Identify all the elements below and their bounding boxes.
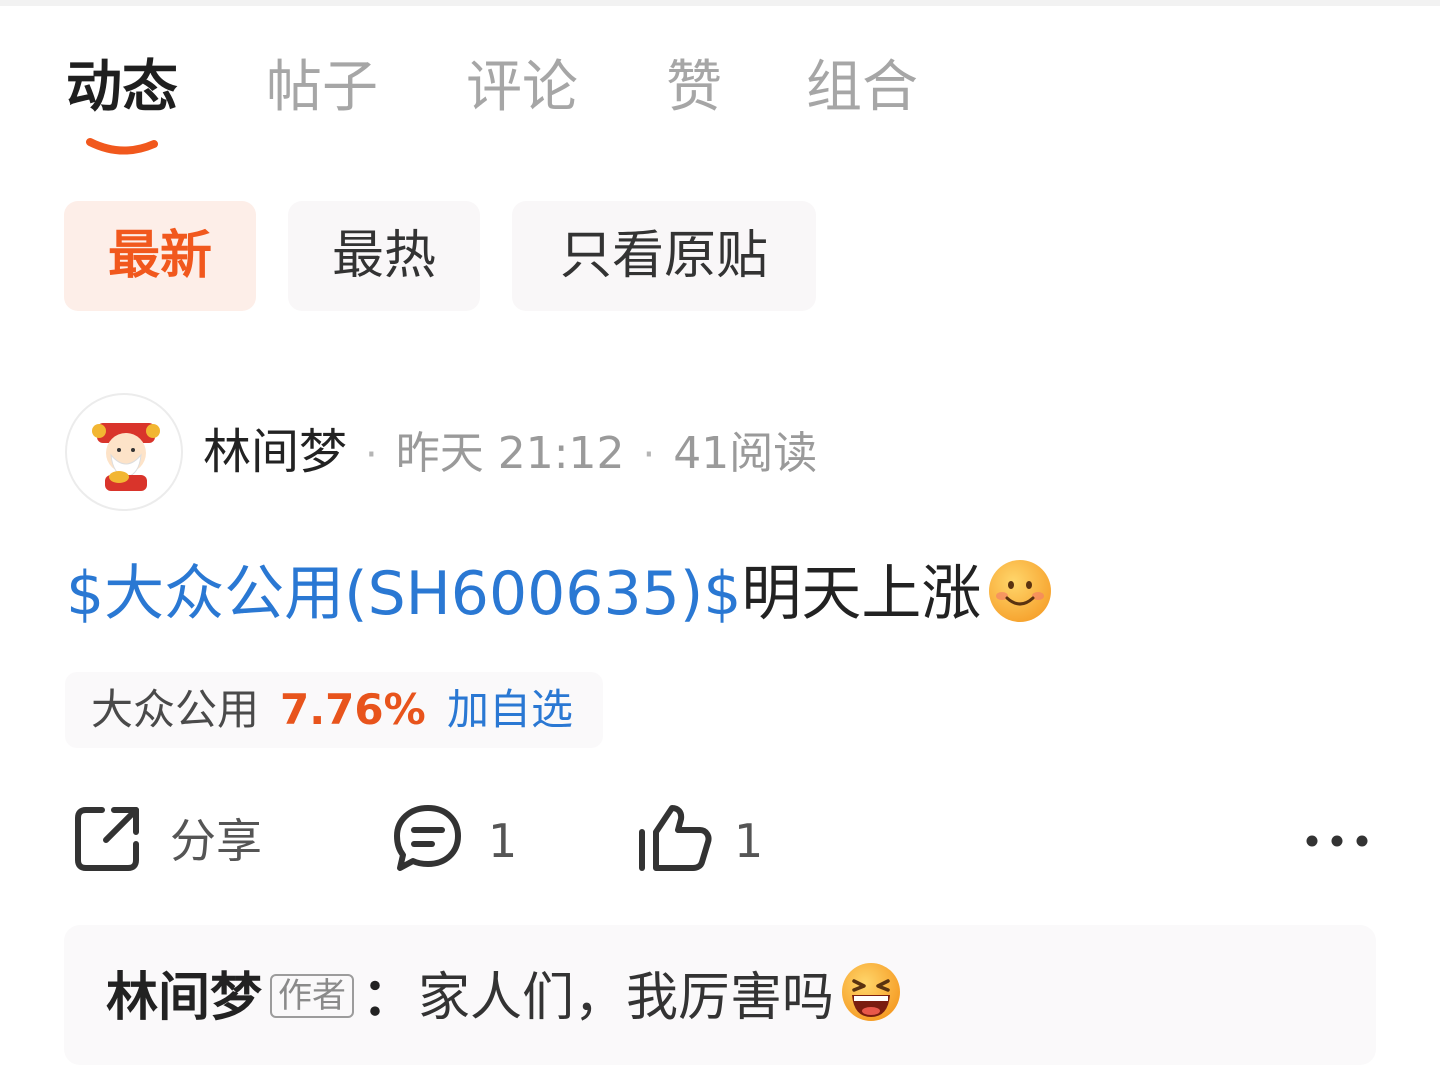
add-watchlist-button[interactable]: 加自选	[447, 672, 573, 748]
tab-activity[interactable]: 动态	[66, 50, 178, 126]
comment-line: 林间梦 作者 ：家人们，我厉害吗	[106, 961, 902, 1031]
stock-name: 大众公用	[91, 685, 260, 734]
comment-author[interactable]: 林间梦	[106, 968, 262, 1028]
like-count: 1	[734, 814, 764, 868]
stock-link[interactable]: $大众公用(SH600635)$	[66, 559, 741, 629]
top-divider	[0, 0, 1440, 6]
tab-posts[interactable]: 帖子	[266, 50, 378, 126]
share-icon	[75, 807, 139, 871]
separator-dot: ·	[365, 432, 378, 478]
filter-latest[interactable]: 最新	[64, 201, 256, 311]
comment-button[interactable]: 1	[392, 802, 532, 878]
comment-icon	[394, 805, 461, 871]
tab-comments[interactable]: 评论	[466, 50, 578, 126]
read-count: 41阅读	[673, 428, 818, 479]
active-tab-indicator	[86, 138, 158, 155]
laugh-emoji-icon	[840, 961, 902, 1041]
filter-hot[interactable]: 最热	[288, 201, 480, 311]
comment-preview[interactable]: 林间梦 作者 ：家人们，我厉害吗	[64, 925, 1376, 1065]
tab-likes[interactable]: 赞	[666, 50, 722, 126]
post-meta: 林间梦 · 昨天 21:12 · 41阅读	[203, 420, 817, 484]
smile-emoji-icon	[987, 558, 1053, 642]
author-name[interactable]: 林间梦	[203, 424, 347, 480]
author-badge: 作者	[270, 974, 355, 1018]
filter-original-only[interactable]: 只看原贴	[512, 201, 816, 311]
post-text: 明天上涨	[741, 559, 982, 629]
fortune-god-avatar-icon	[92, 423, 160, 491]
avatar[interactable]	[65, 393, 183, 511]
stock-card[interactable]: 大众公用 7.76% 加自选	[65, 672, 603, 748]
stock-change: 7.76%	[280, 685, 426, 734]
comment-count: 1	[488, 814, 518, 868]
post-content[interactable]: $大众公用(SH600635)$明天上涨	[66, 556, 1053, 632]
separator-dot: ·	[642, 432, 656, 478]
comment-text: 家人们，我厉害吗	[418, 968, 835, 1028]
more-options-icon[interactable]	[1302, 826, 1372, 856]
tab-portfolios[interactable]: 组合	[806, 50, 918, 126]
thumbs-up-icon	[639, 805, 712, 871]
post-time: 昨天 21:12	[395, 428, 625, 479]
comment-colon: ：	[362, 968, 415, 1028]
share-button[interactable]: 分享	[72, 802, 272, 878]
share-label: 分享	[170, 814, 262, 868]
like-button[interactable]: 1	[636, 802, 776, 878]
